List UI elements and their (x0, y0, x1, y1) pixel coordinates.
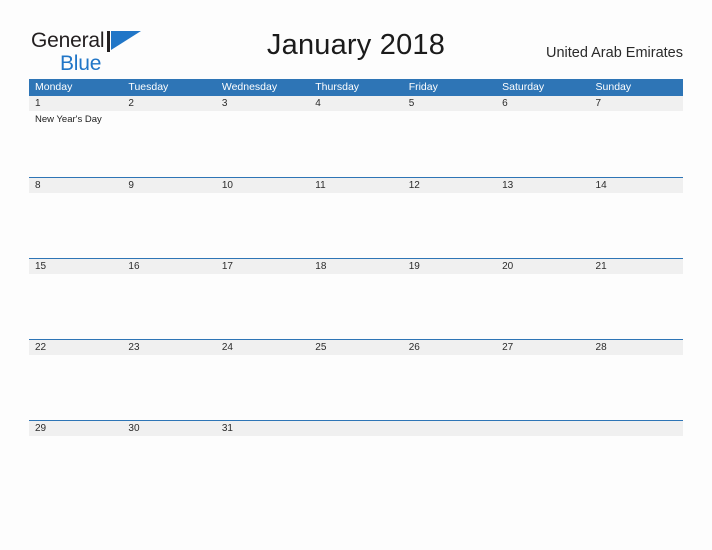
date-number: 19 (408, 261, 420, 272)
calendar-week-row: 15 16 17 18 19 20 21 (29, 258, 683, 339)
date-number: 11 (315, 180, 326, 191)
calendar-day-cell[interactable]: 28 (590, 340, 683, 420)
calendar-day-cell[interactable]: 19 (403, 259, 496, 339)
calendar-week-row: 29 30 31 (29, 420, 683, 501)
date-number: 7 (595, 98, 602, 109)
weekday-header-saturday: Saturday (502, 81, 545, 93)
calendar-weeks: 1 New Year's Day 2 3 4 5 6 7 8 9 10 11 12 13 14 15 16 17 1… (29, 96, 683, 501)
calendar-day-cell[interactable]: 13 (496, 178, 589, 258)
date-number: 15 (35, 261, 47, 272)
calendar-day-cell[interactable]: 1 New Year's Day (29, 96, 122, 176)
calendar-day-cell[interactable]: 5 (403, 96, 496, 176)
date-number: 12 (408, 180, 420, 191)
calendar-day-cell[interactable]: 31 (216, 421, 309, 501)
weekday-header-sunday: Sunday (595, 81, 632, 93)
date-number: 28 (595, 342, 607, 353)
calendar-day-cell[interactable]: 16 (122, 259, 215, 339)
weekday-header-row: Monday Tuesday Wednesday Thursday Friday… (29, 79, 683, 96)
date-number: 22 (35, 342, 47, 353)
date-number: 8 (35, 180, 41, 191)
calendar-page: General Blue January 2018 United Arab Em… (0, 0, 712, 550)
date-number: 31 (221, 423, 233, 434)
date-number: 1 (35, 98, 41, 109)
country-label: United Arab Emirates (545, 45, 683, 61)
date-number: 18 (315, 261, 327, 272)
calendar-day-cell[interactable]: 14 (590, 178, 683, 258)
calendar-day-cell[interactable]: 6 (496, 96, 589, 176)
calendar-day-cell[interactable]: 30 (122, 421, 215, 501)
week-day-cells: 1 New Year's Day 2 3 4 5 6 7 (29, 96, 683, 176)
calendar-day-cell[interactable]: 10 (216, 178, 309, 258)
calendar-week-row: 22 23 24 25 26 27 28 (29, 339, 683, 420)
calendar-day-cell[interactable]: 23 (122, 340, 215, 420)
weekday-header-friday: Friday (408, 81, 438, 93)
calendar-day-cell-empty (590, 421, 683, 501)
calendar-day-cell[interactable]: 27 (496, 340, 589, 420)
date-number: 3 (221, 98, 228, 109)
week-day-cells: 29 30 31 (29, 421, 683, 501)
date-number: 6 (502, 98, 508, 109)
week-day-cells: 8 9 10 11 12 13 14 (29, 178, 683, 258)
date-number: 20 (502, 261, 514, 272)
date-number: 24 (221, 342, 233, 353)
page-header: General Blue January 2018 United Arab Em… (0, 0, 712, 78)
date-number: 30 (128, 423, 140, 434)
date-number: 4 (315, 98, 321, 109)
calendar-day-cell[interactable]: 17 (216, 259, 309, 339)
week-day-cells: 22 23 24 25 26 27 28 (29, 340, 683, 420)
weekday-header-wednesday: Wednesday (221, 81, 278, 93)
holiday-event-label: New Year's Day (35, 114, 102, 125)
calendar-day-cell-empty (403, 421, 496, 501)
calendar-day-cell[interactable]: 2 (122, 96, 215, 176)
calendar-day-cell[interactable]: 25 (309, 340, 402, 420)
calendar-day-cell[interactable]: 29 (29, 421, 122, 501)
calendar-day-cell[interactable]: 9 (122, 178, 215, 258)
date-number: 25 (315, 342, 327, 353)
date-number: 29 (35, 423, 47, 434)
weekday-header-thursday: Thursday (315, 81, 360, 93)
weekday-header-tuesday: Tuesday (128, 81, 169, 93)
calendar-day-cell-empty (309, 421, 402, 501)
calendar-day-cell[interactable]: 3 (216, 96, 309, 176)
calendar-day-cell[interactable]: 24 (216, 340, 309, 420)
calendar-day-cell[interactable]: 26 (403, 340, 496, 420)
calendar-day-cell[interactable]: 4 (309, 96, 402, 176)
date-number: 13 (502, 180, 514, 191)
date-number: 2 (128, 98, 134, 109)
calendar-day-cell[interactable]: 22 (29, 340, 122, 420)
weekday-header-monday: Monday (35, 81, 73, 93)
date-number: 17 (221, 261, 233, 272)
calendar-day-cell[interactable]: 18 (309, 259, 402, 339)
calendar-day-cell[interactable]: 11 (309, 178, 402, 258)
date-number: 16 (128, 261, 140, 272)
date-number: 27 (502, 342, 514, 353)
calendar-day-cell[interactable]: 15 (29, 259, 122, 339)
calendar-grid: Monday Tuesday Wednesday Thursday Friday… (29, 79, 683, 501)
date-number: 9 (128, 180, 134, 191)
calendar-day-cell[interactable]: 12 (403, 178, 496, 258)
date-number: 26 (408, 342, 420, 353)
calendar-day-cell[interactable]: 21 (590, 259, 683, 339)
date-number: 10 (221, 180, 233, 191)
calendar-day-cell[interactable]: 8 (29, 178, 122, 258)
date-number: 23 (128, 342, 140, 353)
date-number: 21 (595, 261, 607, 272)
calendar-day-cell-empty (496, 421, 589, 501)
calendar-week-row: 8 9 10 11 12 13 14 (29, 177, 683, 258)
date-number: 5 (408, 98, 415, 109)
date-number: 14 (595, 180, 607, 191)
calendar-day-cell[interactable]: 20 (496, 259, 589, 339)
calendar-week-row: 1 New Year's Day 2 3 4 5 6 7 (29, 96, 683, 177)
calendar-day-cell[interactable]: 7 (590, 96, 683, 176)
week-day-cells: 15 16 17 18 19 20 21 (29, 259, 683, 339)
